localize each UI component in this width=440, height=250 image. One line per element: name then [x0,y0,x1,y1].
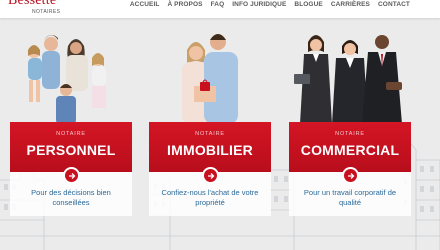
card-header: NOTAIRE COMMERCIAL [289,122,411,172]
main-nav: ACCUEIL À PROPOS FAQ INFO JURIDIQUE BLOG… [130,0,410,9]
card-header: NOTAIRE PERSONNEL [10,122,132,172]
nav-a-propos[interactable]: À PROPOS [167,1,202,8]
arrow-button[interactable] [342,167,359,184]
card-immobilier[interactable]: NOTAIRE IMMOBILIER Confiez-nous l'achat … [149,122,271,216]
arrow-right-icon [68,172,75,179]
card-commercial[interactable]: NOTAIRE COMMERCIAL Pour un travail corpo… [289,122,411,216]
card-title: COMMERCIAL [300,142,400,158]
arrow-right-icon [347,172,354,179]
nav-info-juridique[interactable]: INFO JURIDIQUE [232,1,286,8]
card-kicker: NOTAIRE [335,131,365,137]
nav-blogue[interactable]: BLOGUE [294,1,322,8]
nav-faq[interactable]: FAQ [211,1,225,8]
nav-contact[interactable]: CONTACT [378,1,410,8]
nav-carrieres[interactable]: CARRIÈRES [331,1,370,8]
couple-photo [182,34,238,124]
arrow-button[interactable] [202,167,219,184]
logo-name: Bessette [8,0,57,8]
card-kicker: NOTAIRE [195,131,225,137]
arrow-button[interactable] [63,167,80,184]
site-header: Bessette NOTAIRES ACCUEIL À PROPOS FAQ I… [0,0,440,18]
card-title: PERSONNEL [26,142,116,158]
nav-accueil[interactable]: ACCUEIL [130,1,160,8]
card-personnel[interactable]: NOTAIRE PERSONNEL Pour des décisions bie… [10,122,132,216]
family-photo [28,34,106,124]
card-kicker: NOTAIRE [56,131,86,137]
business-team-photo [294,35,402,124]
arrow-right-icon [207,172,214,179]
card-header: NOTAIRE IMMOBILIER [149,122,271,172]
card-title: IMMOBILIER [167,142,253,158]
site-logo[interactable]: Bessette NOTAIRES [8,0,60,15]
logo-subtitle: NOTAIRES [32,9,61,15]
